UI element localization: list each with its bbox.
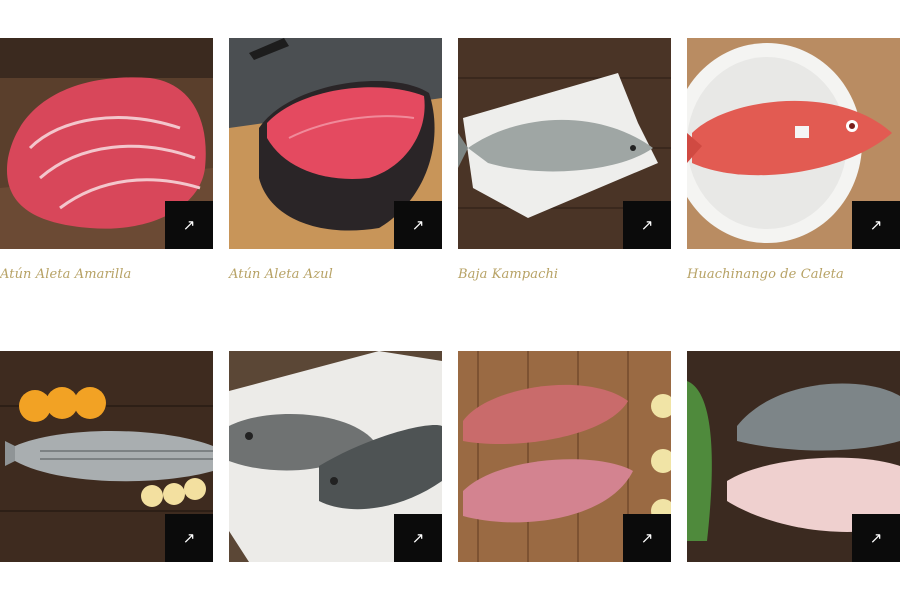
product-image-baja-kampachi[interactable]: ↗ xyxy=(458,38,671,249)
product-card-bass-fillets[interactable]: ↗ xyxy=(687,351,900,562)
product-image-bass-fillets[interactable]: ↗ xyxy=(687,351,900,562)
open-product-button[interactable]: ↗ xyxy=(852,514,900,562)
open-product-button[interactable]: ↗ xyxy=(623,201,671,249)
product-card-bluefin-tuna[interactable]: ↗ Atún Aleta Azul xyxy=(229,38,442,282)
open-product-button[interactable]: ↗ xyxy=(165,201,213,249)
open-product-button[interactable]: ↗ xyxy=(394,201,442,249)
product-card-huachinango[interactable]: ↗ Huachinango de Caleta xyxy=(687,38,900,282)
arrow-up-right-icon: ↗ xyxy=(411,216,425,234)
open-product-button[interactable]: ↗ xyxy=(165,514,213,562)
product-image-huachinango[interactable]: ↗ xyxy=(687,38,900,249)
arrow-up-right-icon: ↗ xyxy=(640,216,654,234)
product-image-striped-bass[interactable]: ↗ xyxy=(0,351,213,562)
product-image-whole-fish[interactable]: ↗ xyxy=(229,351,442,562)
open-product-button[interactable]: ↗ xyxy=(623,514,671,562)
product-card-whole-fish[interactable]: ↗ xyxy=(229,351,442,562)
product-card-baja-kampachi[interactable]: ↗ Baja Kampachi xyxy=(458,38,671,282)
product-image-snapper-fillets[interactable]: ↗ xyxy=(458,351,671,562)
arrow-up-right-icon: ↗ xyxy=(869,529,883,547)
product-card-snapper-fillets[interactable]: ↗ xyxy=(458,351,671,562)
open-product-button[interactable]: ↗ xyxy=(394,514,442,562)
open-product-button[interactable]: ↗ xyxy=(852,201,900,249)
product-title[interactable]: Atún Aleta Amarilla xyxy=(0,267,131,282)
arrow-up-right-icon: ↗ xyxy=(182,529,196,547)
product-title[interactable]: Huachinango de Caleta xyxy=(687,267,844,282)
product-title[interactable]: Atún Aleta Azul xyxy=(229,267,333,282)
product-card-yellowfin-tuna[interactable]: ↗ Atún Aleta Amarilla xyxy=(0,38,213,282)
arrow-up-right-icon: ↗ xyxy=(640,529,654,547)
product-image-yellowfin-tuna[interactable]: ↗ xyxy=(0,38,213,249)
product-title[interactable]: Baja Kampachi xyxy=(458,267,558,282)
product-image-bluefin-tuna[interactable]: ↗ xyxy=(229,38,442,249)
arrow-up-right-icon: ↗ xyxy=(869,216,883,234)
arrow-up-right-icon: ↗ xyxy=(411,529,425,547)
product-card-striped-bass[interactable]: ↗ xyxy=(0,351,213,562)
arrow-up-right-icon: ↗ xyxy=(182,216,196,234)
